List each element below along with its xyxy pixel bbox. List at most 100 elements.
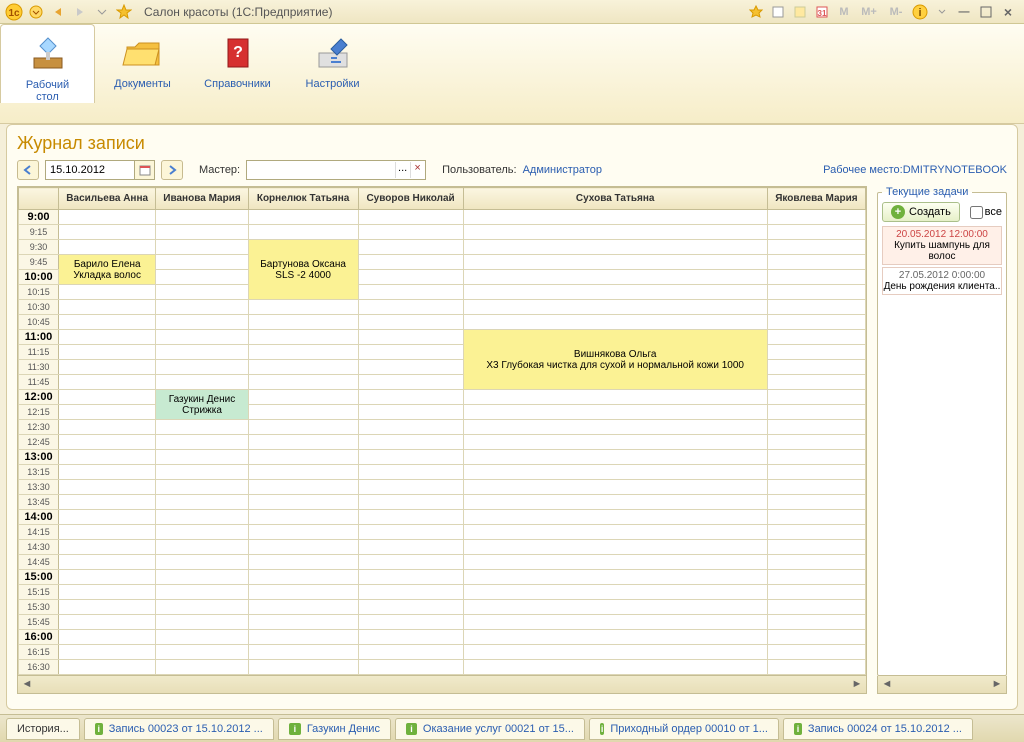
schedule-cell[interactable] — [248, 540, 358, 555]
schedule-cell[interactable] — [59, 525, 156, 540]
taskbar-tab[interactable]: iГазукин Денис — [278, 718, 391, 740]
schedule-cell[interactable] — [358, 375, 463, 390]
schedule-cell[interactable] — [767, 555, 865, 570]
schedule-cell[interactable] — [156, 300, 248, 315]
schedule-cell[interactable] — [248, 600, 358, 615]
schedule-cell[interactable] — [358, 225, 463, 240]
schedule-cell[interactable] — [463, 285, 767, 300]
schedule-cell[interactable] — [59, 510, 156, 525]
schedule-cell[interactable] — [248, 645, 358, 660]
schedule-cell[interactable] — [59, 555, 156, 570]
schedule-cell[interactable] — [156, 330, 248, 345]
schedule-cell[interactable] — [767, 570, 865, 585]
schedule-cell[interactable] — [358, 405, 463, 420]
schedule-cell[interactable] — [463, 420, 767, 435]
schedule-cell[interactable] — [767, 495, 865, 510]
schedule-cell[interactable] — [463, 540, 767, 555]
schedule-cell[interactable] — [767, 405, 865, 420]
schedule-cell[interactable] — [248, 435, 358, 450]
schedule-cell[interactable] — [156, 540, 248, 555]
schedule-cell[interactable] — [767, 225, 865, 240]
taskbar-tab[interactable]: iОказание услуг 00021 от 15... — [395, 718, 585, 740]
schedule-cell[interactable] — [358, 495, 463, 510]
schedule-cell[interactable] — [463, 210, 767, 225]
schedule-cell[interactable] — [358, 630, 463, 645]
schedule-cell[interactable] — [248, 510, 358, 525]
schedule-cell[interactable] — [59, 600, 156, 615]
master-input[interactable]: ... × — [246, 160, 426, 180]
schedule-cell[interactable] — [767, 585, 865, 600]
mem-mplus[interactable]: M+ — [856, 2, 882, 22]
schedule-cell[interactable] — [463, 255, 767, 270]
schedule-cell[interactable] — [59, 405, 156, 420]
schedule-cell[interactable] — [248, 525, 358, 540]
schedule-cell[interactable] — [767, 375, 865, 390]
schedule-cell[interactable] — [767, 360, 865, 375]
schedule-cell[interactable] — [463, 465, 767, 480]
schedule-cell[interactable] — [463, 570, 767, 585]
schedule-cell[interactable] — [156, 375, 248, 390]
mem-mminus[interactable]: M- — [884, 2, 908, 22]
schedule-cell[interactable] — [59, 585, 156, 600]
date-next-button[interactable] — [161, 160, 183, 180]
schedule-cell[interactable] — [156, 510, 248, 525]
schedule-cell[interactable] — [358, 645, 463, 660]
schedule-cell[interactable] — [248, 480, 358, 495]
schedule-cell[interactable] — [156, 555, 248, 570]
schedule-cell[interactable] — [248, 585, 358, 600]
schedule-cell[interactable] — [248, 450, 358, 465]
hscroll-left-icon[interactable]: ◄ — [18, 676, 36, 692]
schedule-cell[interactable] — [358, 555, 463, 570]
ribbon-settings[interactable]: Настройки — [285, 24, 380, 90]
schedule-cell[interactable] — [767, 315, 865, 330]
schedule-cell[interactable] — [463, 645, 767, 660]
calc-icon[interactable] — [790, 2, 810, 22]
schedule-cell[interactable] — [248, 300, 358, 315]
all-tasks-checkbox[interactable] — [970, 206, 983, 219]
schedule-cell[interactable] — [358, 255, 463, 270]
date-prev-button[interactable] — [17, 160, 39, 180]
schedule-cell[interactable] — [248, 330, 358, 345]
schedule-cell[interactable] — [358, 360, 463, 375]
user-link[interactable]: Администратор — [523, 164, 602, 176]
schedule-cell[interactable] — [156, 315, 248, 330]
schedule-cell[interactable] — [248, 465, 358, 480]
schedule-cell[interactable] — [767, 240, 865, 255]
schedule-cell[interactable] — [463, 660, 767, 675]
schedule-cell[interactable] — [248, 210, 358, 225]
schedule-cell[interactable] — [358, 540, 463, 555]
schedule-cell[interactable] — [59, 615, 156, 630]
schedule-cell[interactable] — [248, 225, 358, 240]
schedule-hscroll[interactable]: ◄ ► — [18, 675, 866, 693]
schedule-cell[interactable] — [248, 360, 358, 375]
date-picker-button[interactable] — [135, 160, 155, 180]
minimize-button[interactable]: — — [954, 2, 974, 22]
schedule-cell[interactable] — [767, 615, 865, 630]
app-icon[interactable]: 1c — [4, 2, 24, 22]
schedule-cell[interactable] — [358, 330, 463, 345]
schedule-cell[interactable] — [358, 210, 463, 225]
schedule-cell[interactable] — [248, 615, 358, 630]
schedule-cell[interactable] — [358, 570, 463, 585]
schedule-cell[interactable] — [358, 390, 463, 405]
schedule-cell[interactable] — [358, 435, 463, 450]
schedule-cell[interactable] — [358, 660, 463, 675]
schedule-cell[interactable] — [767, 435, 865, 450]
schedule-cell[interactable] — [59, 570, 156, 585]
info-dropdown-icon[interactable] — [932, 2, 952, 22]
schedule-cell[interactable] — [463, 225, 767, 240]
schedule-cell[interactable] — [59, 435, 156, 450]
date-input[interactable] — [45, 160, 135, 180]
schedule-cell[interactable] — [767, 600, 865, 615]
schedule-cell[interactable] — [248, 495, 358, 510]
schedule-cell[interactable] — [156, 495, 248, 510]
calendar-icon[interactable]: 31 — [812, 2, 832, 22]
appointment[interactable]: Бартунова ОксанаSLS -2 4000 — [248, 240, 358, 300]
schedule-cell[interactable] — [59, 225, 156, 240]
schedule-cell[interactable] — [767, 345, 865, 360]
create-task-button[interactable]: + Создать — [882, 202, 960, 222]
schedule-cell[interactable] — [156, 435, 248, 450]
schedule-cell[interactable] — [156, 570, 248, 585]
schedule-cell[interactable] — [59, 240, 156, 255]
col-header-0[interactable]: Васильева Анна — [59, 188, 156, 210]
